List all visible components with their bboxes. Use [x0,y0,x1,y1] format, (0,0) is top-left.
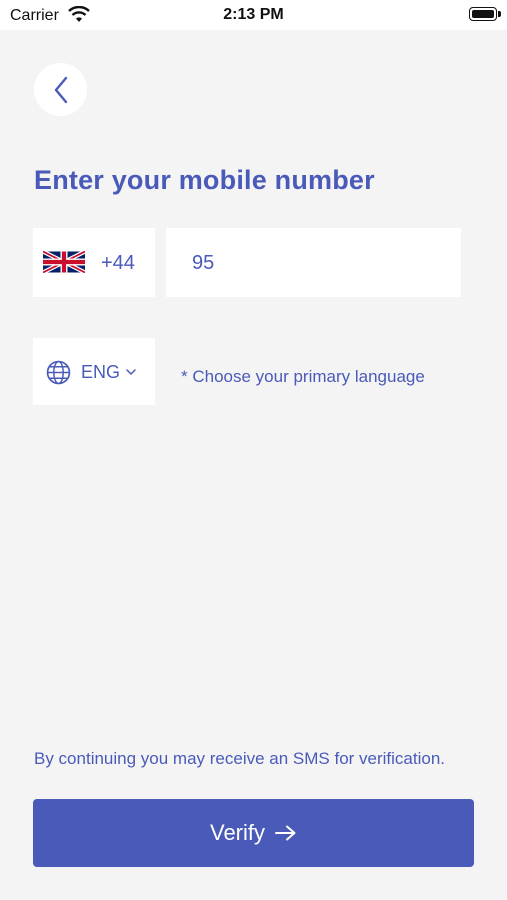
country-code-selector[interactable]: +44 [33,228,155,297]
verify-button-label: Verify [209,820,266,845]
chevron-left-icon [54,76,67,103]
phone-number-input[interactable]: 95 [166,228,461,297]
uk-flag-icon [43,251,85,273]
status-time: 2:13 PM [223,6,284,23]
arrow-right-icon [275,825,296,841]
language-hint: * Choose your primary language [181,367,425,386]
sms-disclaimer: By continuing you may receive an SMS for… [34,749,446,768]
globe-icon [46,360,71,385]
dial-code: +44 [101,252,135,274]
language-value: ENG [81,362,121,382]
status-bar: Carrier 2:13 PM [0,0,507,30]
battery-icon [469,7,501,21]
phone-number-value: 95 [192,252,215,274]
chevron-down-icon [126,369,136,375]
back-button[interactable] [34,63,87,116]
verify-button[interactable]: Verify [33,799,474,867]
page-title: Enter your mobile number [34,165,375,195]
language-selector[interactable]: ENG [33,338,155,405]
